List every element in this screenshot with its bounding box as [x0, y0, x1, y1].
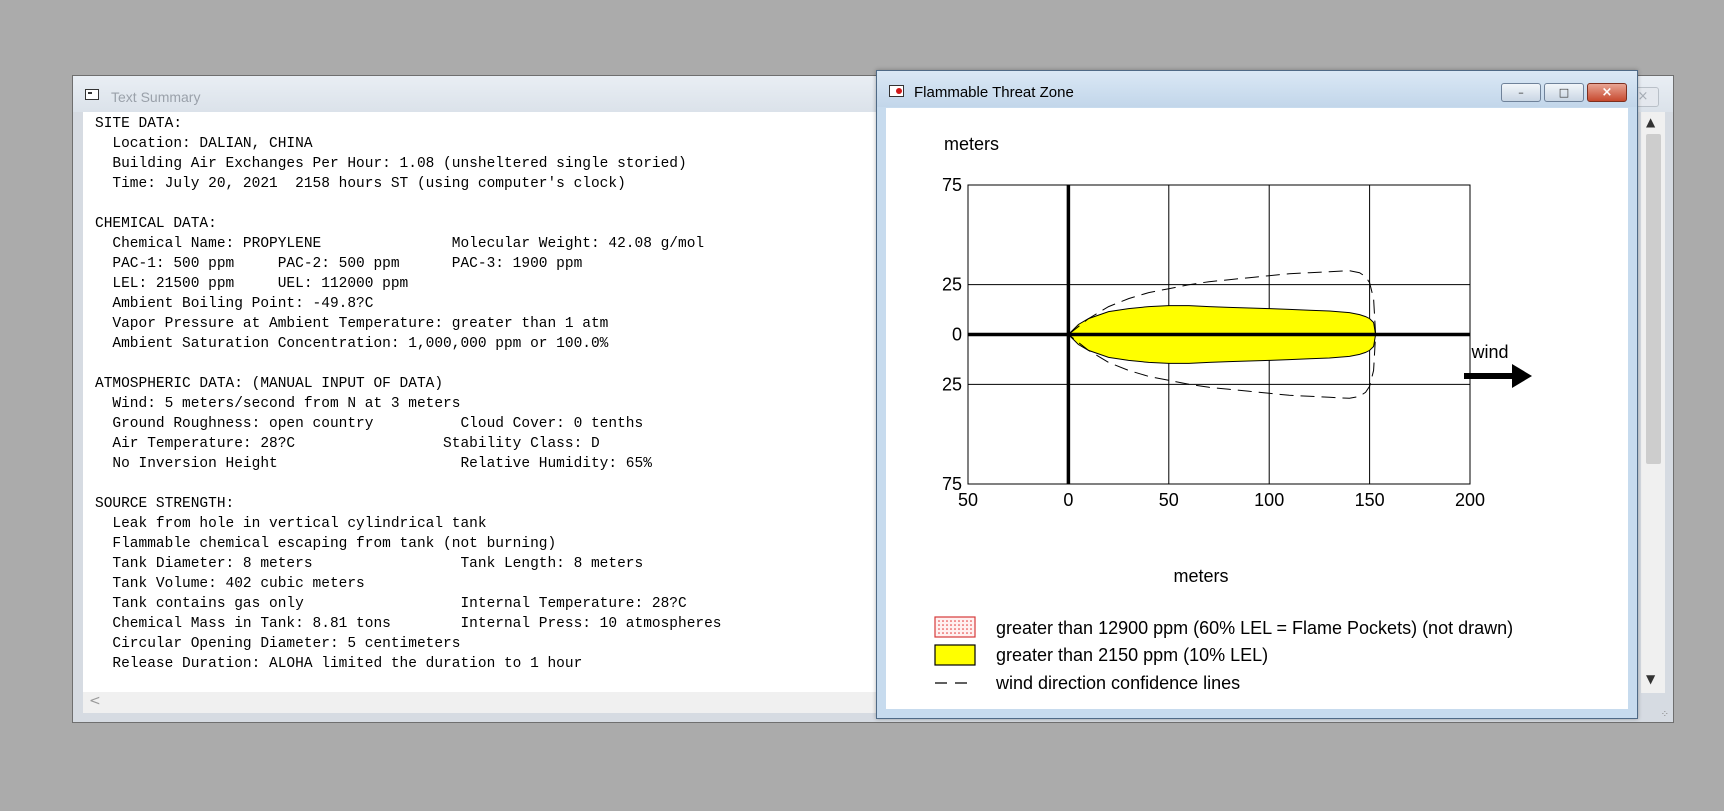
swatch-dot [970, 624, 972, 626]
swatch-dot [938, 632, 940, 634]
threat-zone-titlebar[interactable]: Flammable Threat Zone – □ × [877, 71, 1637, 107]
swatch-dot [966, 632, 968, 634]
threat-zone-window[interactable]: Flammable Threat Zone – □ × 50 0 50 100 150 2… [876, 70, 1638, 719]
legend-item-10-lel: greater than 2150 ppm (10% LEL) [934, 644, 1268, 666]
wind-arrow-icon [1464, 364, 1532, 388]
swatch-dot [958, 620, 960, 622]
y-tick-label: 25 [942, 275, 962, 295]
swatch-dot [966, 624, 968, 626]
maximize-icon: □ [1558, 86, 1570, 99]
swatch-dot [938, 624, 940, 626]
y-tick-label: 75 [942, 474, 962, 494]
maximize-button[interactable]: □ [1544, 83, 1584, 102]
swatch-dot [954, 628, 956, 630]
window-title: Flammable Threat Zone [914, 84, 1074, 101]
x-axis-label: meters [1173, 566, 1228, 586]
scroll-up-icon[interactable]: ▲ [1646, 115, 1655, 129]
window-title: Text Summary [111, 89, 201, 105]
swatch-dot [966, 628, 968, 630]
legend-swatch-dotted [934, 616, 976, 638]
close-icon: × [1601, 85, 1613, 100]
axes [968, 185, 1470, 484]
swatch-dot [942, 632, 944, 634]
wind-label: wind [1470, 342, 1508, 362]
swatch-dot [946, 620, 948, 622]
app-window-icon [889, 85, 904, 97]
swatch-dot [954, 620, 956, 622]
threat-zone-content: 50 0 50 100 150 200 75 25 0 25 75 meters meters wi… [886, 108, 1628, 709]
close-button[interactable]: × [1587, 83, 1627, 102]
legend-label: greater than 2150 ppm (10% LEL) [996, 645, 1268, 665]
x-tick-label: 200 [1455, 490, 1485, 510]
x-tick-label: 0 [1063, 490, 1073, 510]
minimize-icon: – [1518, 86, 1524, 99]
legend-label: wind direction confidence lines [995, 673, 1240, 693]
legend-swatch-yellow [934, 644, 976, 666]
swatch-dot [950, 628, 952, 630]
swatch-dot [970, 632, 972, 634]
x-tick-label: 150 [1355, 490, 1385, 510]
swatch-dot [962, 628, 964, 630]
swatch-dot [970, 628, 972, 630]
y-tick-label: 25 [942, 374, 962, 394]
vertical-scrollbar[interactable]: ▲ ▼ [1641, 112, 1665, 693]
y-tick-label: 0 [952, 325, 962, 345]
swatch-dot [942, 628, 944, 630]
legend-item-confidence-lines: wind direction confidence lines [935, 673, 1240, 693]
legend-label: greater than 12900 ppm (60% LEL = Flame … [996, 618, 1513, 638]
swatch-dot [938, 628, 940, 630]
swatch-dot [962, 632, 964, 634]
x-tick-label: 50 [1159, 490, 1179, 510]
swatch-dot [962, 624, 964, 626]
swatch-dot [946, 624, 948, 626]
legend: greater than 12900 ppm (60% LEL = Flame … [934, 616, 1513, 693]
swatch-dot [958, 632, 960, 634]
swatch-dot [950, 632, 952, 634]
swatch-dot [942, 620, 944, 622]
threat-zone-plot: 50 0 50 100 150 200752502575 meters meters wi… [934, 134, 1532, 693]
swatch-dot [950, 624, 952, 626]
legend-item-flame-pockets: greater than 12900 ppm (60% LEL = Flame … [934, 616, 1513, 638]
swatch-dot [958, 628, 960, 630]
swatch-dot [950, 620, 952, 622]
swatch-dot [954, 624, 956, 626]
swatch-dot [962, 620, 964, 622]
minimize-button[interactable]: – [1501, 83, 1541, 102]
swatch-dot [946, 632, 948, 634]
x-tick-label: 100 [1254, 490, 1284, 510]
swatch-dot [942, 624, 944, 626]
app-window-icon [85, 89, 99, 100]
y-tick-label: 75 [942, 175, 962, 195]
scroll-left-icon[interactable]: < [89, 693, 101, 709]
swatch-dot [946, 628, 948, 630]
swatch-dot [938, 620, 940, 622]
swatch-dot [970, 620, 972, 622]
close-icon: × [1637, 89, 1649, 104]
scrollbar-thumb[interactable] [1646, 134, 1661, 464]
y-axis-label: meters [944, 134, 999, 154]
swatch-dot [966, 620, 968, 622]
scroll-down-icon[interactable]: ▼ [1646, 672, 1655, 686]
swatch-dot [958, 624, 960, 626]
swatch-dot [954, 632, 956, 634]
resize-grip-icon[interactable]: ⁘ [1661, 709, 1669, 720]
